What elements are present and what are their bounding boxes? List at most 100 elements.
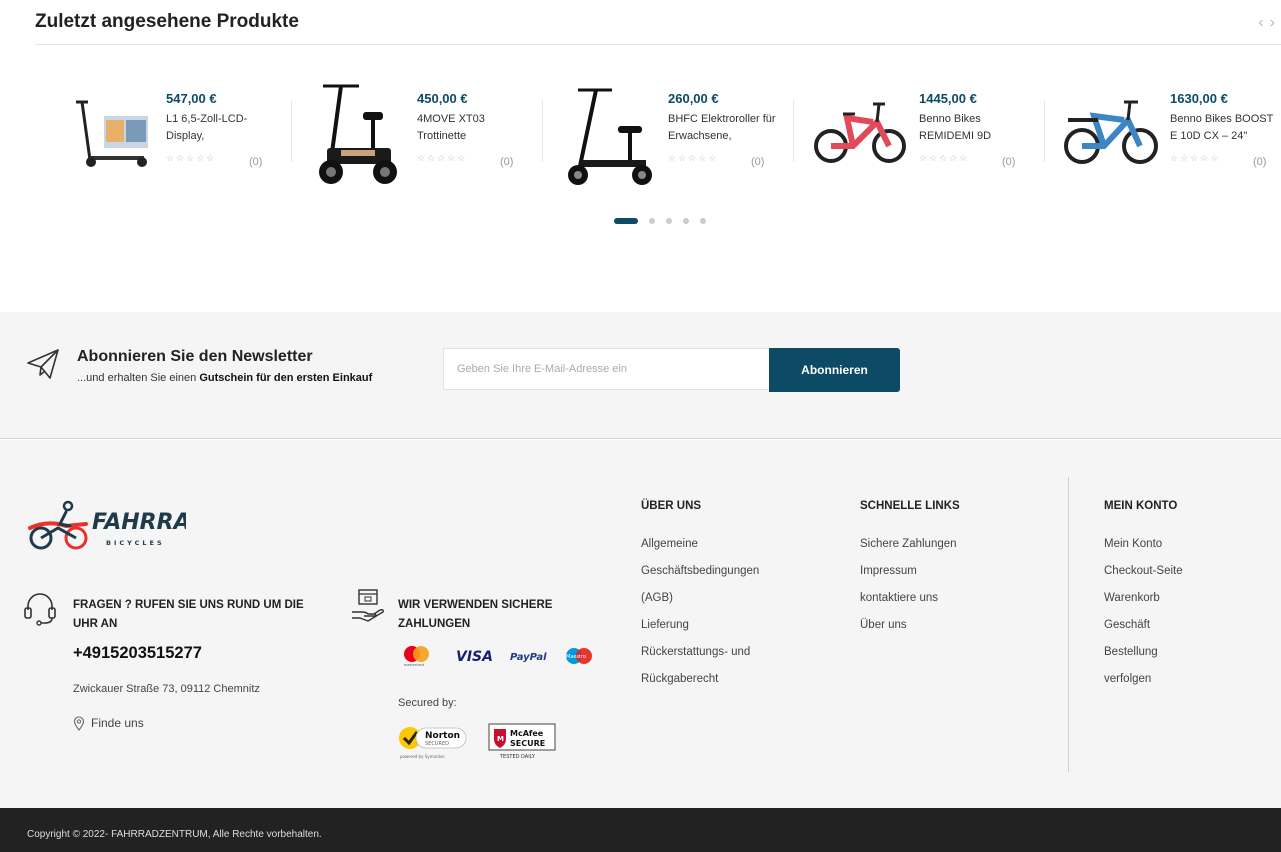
footer-link[interactable]: verfolgen (1104, 666, 1183, 693)
footer-link[interactable]: Über uns (860, 612, 957, 639)
link-shop[interactable]: Geschäft (1104, 619, 1150, 631)
map-pin-icon (73, 716, 85, 731)
link-contact[interactable]: kontaktiere uns (860, 592, 938, 604)
logo-subtext: BICYCLES (106, 539, 165, 547)
product-card[interactable]: 1630,00 € Benno Bikes BOOST E 10D CX – 2… (1044, 80, 1281, 192)
divider (35, 44, 1281, 45)
headset-icon (24, 593, 56, 626)
product-card[interactable]: 260,00 € BHFC Elektroroller für Erwachse… (542, 80, 793, 192)
product-card[interactable]: 450,00 € 4MOVE XT03 Trottinette ☆☆☆☆☆ (0… (291, 80, 542, 192)
star-rating-icon: ☆☆☆☆☆ (919, 153, 970, 163)
product-name[interactable]: BHFC Elektroroller für Erwachsene, (668, 111, 780, 145)
footer-link[interactable]: Mein Konto (1104, 531, 1183, 558)
link-secure-payments[interactable]: Sichere Zahlungen (860, 538, 957, 550)
link-imprint[interactable]: Impressum (860, 565, 917, 577)
product-price: 260,00 € (668, 91, 719, 106)
maestro-label: Maestro (566, 654, 586, 660)
newsletter-section: Abonnieren Sie den Newsletter ...und erh… (0, 312, 1281, 439)
link-delivery[interactable]: Lieferung (641, 619, 689, 631)
mcafee-badge-icon: M McAfee SECURE TESTED DAILY (488, 723, 556, 760)
product-carousel: 547,00 € L1 6,5-Zoll-LCD-Display, ☆☆☆☆☆ … (0, 80, 1281, 192)
footer-link[interactable]: kontaktiere uns (860, 585, 957, 612)
link-agb[interactable]: (AGB) (641, 592, 673, 604)
chevron-left-icon[interactable]: ‹ (1258, 14, 1269, 31)
footer-link[interactable]: Checkout-Seite (1104, 558, 1183, 585)
footer-link[interactable]: Impressum (860, 558, 957, 585)
mastercard-icon: mastercard (404, 646, 429, 667)
subtitle-highlight: Gutschein für den ersten Einkauf (199, 372, 373, 384)
star-rating-icon: ☆☆☆☆☆ (668, 153, 719, 163)
recently-viewed-section: Zuletzt angesehene Produkte ‹› 547,00 € … (0, 0, 1281, 312)
footer-link[interactable]: Sichere Zahlungen (860, 531, 957, 558)
chevron-right-icon[interactable]: › (1270, 14, 1281, 31)
link-checkout[interactable]: Checkout-Seite (1104, 565, 1183, 577)
divider (793, 100, 794, 162)
product-card[interactable]: 1445,00 € Benno Bikes REMIDEMI 9D ☆☆☆☆☆ … (793, 80, 1044, 192)
paypal-icon: PayPal (510, 652, 547, 663)
mastercard-label: mastercard (404, 663, 424, 667)
norton-name: Norton (425, 731, 460, 741)
product-price: 1445,00 € (919, 91, 977, 106)
footer-link[interactable]: Allgemeine (641, 531, 759, 558)
star-rating-icon: ☆☆☆☆☆ (166, 153, 217, 163)
fahrrad-logo[interactable]: FAHRRAD BICYCLES (26, 498, 186, 553)
star-rating-icon: ☆☆☆☆☆ (1170, 153, 1221, 163)
account-links: Mein Konto Checkout-Seite Warenkorb Gesc… (1104, 531, 1183, 693)
product-name[interactable]: 4MOVE XT03 Trottinette (417, 111, 529, 145)
product-price: 1630,00 € (1170, 91, 1228, 106)
link-about[interactable]: Über uns (860, 619, 907, 631)
phone-number[interactable]: +4915203515277 (73, 644, 202, 663)
pagination-dot[interactable] (666, 218, 672, 224)
product-price: 547,00 € (166, 91, 217, 106)
email-input[interactable] (443, 348, 770, 390)
newsletter-subtitle: ...und erhalten Sie einen Gutschein für … (77, 372, 372, 384)
e-scooter-image[interactable] (54, 80, 154, 190)
link-general[interactable]: Allgemeine (641, 538, 698, 550)
link-refund[interactable]: Rückerstattungs- und (641, 646, 750, 658)
star-rating-icon: ☆☆☆☆☆ (417, 153, 468, 163)
pagination-dot[interactable] (683, 218, 689, 224)
divider (1044, 100, 1045, 162)
copyright-bar: Copyright © 2022- FAHRRADZENTRUM, Alle R… (0, 808, 1281, 852)
footer-link[interactable]: Bestellung (1104, 639, 1183, 666)
footer-link[interactable]: Rückerstattungs- und (641, 639, 759, 666)
footer-link[interactable]: Geschäft (1104, 612, 1183, 639)
link-terms[interactable]: Geschäftsbedingungen (641, 565, 759, 577)
subscribe-button[interactable]: Abonnieren (769, 348, 900, 392)
pagination-dot[interactable] (700, 218, 706, 224)
mcafee-name: McAfee (510, 729, 544, 738)
product-name[interactable]: Benno Bikes BOOST E 10D CX – 24" (1170, 111, 1281, 145)
pagination-dot[interactable] (649, 218, 655, 224)
scooter-with-seat-image[interactable] (556, 80, 656, 190)
blue-bike-image[interactable] (1058, 80, 1158, 190)
product-name[interactable]: Benno Bikes REMIDEMI 9D (919, 111, 1031, 145)
link-my-account[interactable]: Mein Konto (1104, 538, 1162, 550)
review-count: (0) (751, 156, 765, 168)
product-name[interactable]: L1 6,5-Zoll-LCD-Display, (166, 111, 278, 145)
footer-link[interactable]: (AGB) (641, 585, 759, 612)
carousel-pagination (614, 217, 717, 225)
account-heading: MEIN KONTO (1104, 500, 1178, 512)
find-us-link[interactable]: Finde uns (91, 716, 144, 730)
footer-link[interactable]: Geschäftsbedingungen (641, 558, 759, 585)
red-bike-image[interactable] (807, 80, 907, 190)
payment-cards: mastercard VISA PayPal Maestro (404, 646, 592, 667)
footer-link[interactable]: Lieferung (641, 612, 759, 639)
mcafee-tested: TESTED DAILY (499, 754, 536, 760)
footer-link[interactable]: Warenkorb (1104, 585, 1183, 612)
link-return[interactable]: Rückgaberecht (641, 673, 718, 685)
seated-scooter-image[interactable] (305, 80, 405, 190)
link-track[interactable]: verfolgen (1104, 673, 1151, 685)
product-card[interactable]: 547,00 € L1 6,5-Zoll-LCD-Display, ☆☆☆☆☆ … (40, 80, 291, 192)
link-cart[interactable]: Warenkorb (1104, 592, 1160, 604)
pagination-dot-active[interactable] (614, 218, 638, 224)
mcafee-sub: SECURE (510, 739, 545, 748)
product-price: 450,00 € (417, 91, 468, 106)
maestro-icon: Maestro (566, 648, 592, 664)
link-order[interactable]: Bestellung (1104, 646, 1158, 658)
carousel-nav: ‹› (1258, 14, 1281, 32)
contact-title: FRAGEN ? RUFEN SIE UNS RUND UM DIE UHR A… (73, 599, 304, 630)
paper-plane-icon (27, 349, 59, 379)
divider (291, 100, 292, 162)
footer-link[interactable]: Rückgaberecht (641, 666, 759, 693)
